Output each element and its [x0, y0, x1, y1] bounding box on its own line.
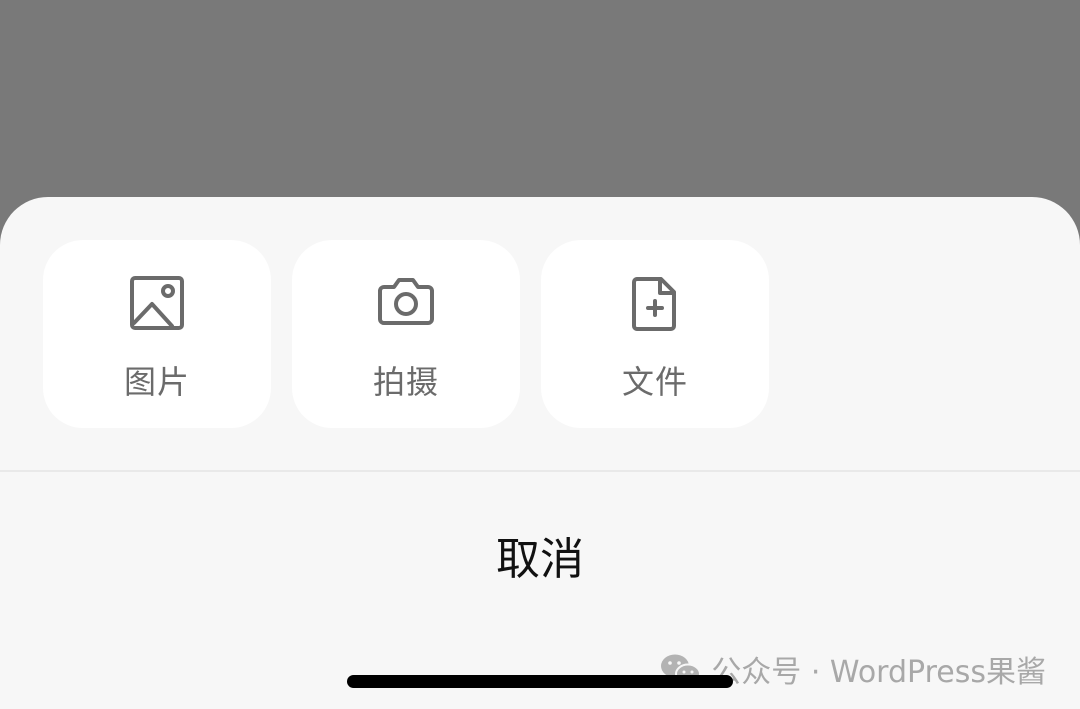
option-camera[interactable]: 拍摄	[292, 240, 520, 428]
image-icon	[125, 271, 189, 335]
screen: 图片 拍摄 文件 取消 公众号 · WordPress果酱	[0, 0, 1080, 709]
option-image[interactable]: 图片	[43, 240, 271, 428]
home-indicator[interactable]	[347, 675, 733, 688]
camera-icon	[374, 271, 438, 335]
option-image-label: 图片	[123, 363, 190, 401]
option-file-label: 文件	[621, 363, 688, 401]
option-grid: 图片 拍摄 文件	[43, 240, 769, 428]
option-file[interactable]: 文件	[541, 240, 769, 428]
option-camera-label: 拍摄	[372, 363, 439, 401]
cancel-button[interactable]: 取消	[0, 472, 1080, 637]
file-add-icon	[623, 271, 687, 335]
watermark-text: 公众号 · WordPress果酱	[711, 655, 1046, 690]
action-sheet: 图片 拍摄 文件 取消 公众号 · WordPress果酱	[0, 197, 1080, 709]
dim-overlay[interactable]	[0, 0, 1080, 197]
